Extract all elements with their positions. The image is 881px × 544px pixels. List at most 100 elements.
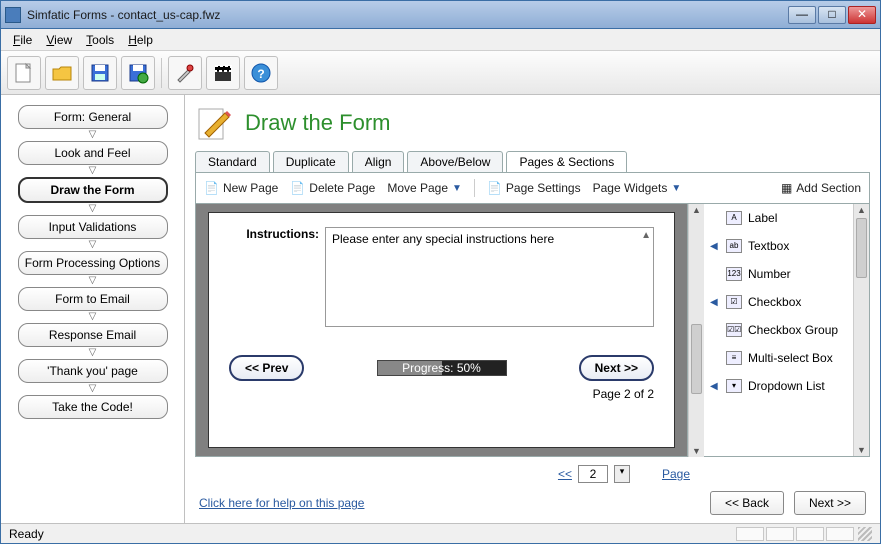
- new-page-button[interactable]: 📄New Page: [204, 181, 278, 195]
- settings-button[interactable]: [168, 56, 202, 90]
- new-file-button[interactable]: [7, 56, 41, 90]
- resize-grip[interactable]: [858, 527, 872, 541]
- step-look-and-feel[interactable]: Look and Feel: [18, 141, 168, 165]
- progress-text: Progress: 50%: [378, 361, 506, 375]
- dropdown-icon: ▼: [671, 183, 681, 194]
- palette-label: Number: [748, 267, 791, 281]
- scroll-thumb[interactable]: [691, 324, 702, 394]
- step-draw-the-form[interactable]: Draw the Form: [18, 177, 168, 203]
- wizard-sidebar: Form: General ▽ Look and Feel ▽ Draw the…: [1, 95, 185, 523]
- page-title: Draw the Form: [245, 110, 390, 136]
- palette-item-label[interactable]: A Label: [708, 210, 849, 226]
- toolbar-separator: [161, 58, 162, 88]
- expand-icon[interactable]: ◀: [710, 297, 720, 308]
- page-info-label: Page 2 of 2: [229, 387, 654, 401]
- page-settings-button[interactable]: 📄Page Settings: [487, 181, 581, 195]
- palette-item-multiselect[interactable]: ≡Multi-select Box: [708, 350, 849, 366]
- page-number-input[interactable]: 2: [578, 465, 608, 483]
- step-form-processing-options[interactable]: Form Processing Options: [18, 251, 168, 275]
- tab-standard[interactable]: Standard: [195, 151, 270, 172]
- app-window: Simfatic Forms - contact_us-cap.fwz — □ …: [0, 0, 881, 544]
- expand-icon[interactable]: ◀: [710, 241, 720, 252]
- tab-above-below[interactable]: Above/Below: [407, 151, 503, 172]
- design-area[interactable]: Instructions: Please enter any special i…: [195, 204, 688, 457]
- scroll-up-icon[interactable]: ▲: [689, 205, 704, 215]
- step-form-general[interactable]: Form: General: [18, 105, 168, 129]
- menu-view[interactable]: View: [40, 31, 78, 49]
- menu-file[interactable]: File: [7, 31, 38, 49]
- scroll-up-icon[interactable]: ▲: [854, 205, 869, 215]
- palette-list: A Label ◀abTextbox 123Number ◀☑Checkbox ☑…: [704, 204, 853, 456]
- tab-row: Standard Duplicate Align Above/Below Pag…: [185, 151, 880, 172]
- step-arrow: ▽: [89, 385, 97, 393]
- step-input-validations[interactable]: Input Validations: [18, 215, 168, 239]
- canvas-wrap: Instructions: Please enter any special i…: [195, 204, 870, 457]
- menu-bar: File View Tools Help: [1, 29, 880, 51]
- move-page-button[interactable]: Move Page ▼: [387, 181, 462, 195]
- add-section-button[interactable]: ▦Add Section: [781, 181, 861, 195]
- help-button[interactable]: ?: [244, 56, 278, 90]
- step-form-to-email[interactable]: Form to Email: [18, 287, 168, 311]
- save-as-button[interactable]: [121, 56, 155, 90]
- pager-row: << 2 ▾ Page: [185, 461, 880, 485]
- status-cell: [736, 527, 764, 541]
- form-nav-row: << Prev Progress: 50% Next >>: [229, 355, 654, 381]
- page-widgets-label: Page Widgets: [593, 181, 668, 195]
- app-icon: [5, 7, 21, 23]
- status-text: Ready: [9, 527, 44, 541]
- palette-label: Dropdown List: [748, 379, 825, 393]
- page-widgets-button[interactable]: Page Widgets▼: [593, 181, 682, 195]
- page-header: Draw the Form: [185, 95, 880, 145]
- maximize-button[interactable]: □: [818, 6, 846, 24]
- palette-item-checkbox-group[interactable]: ☑☑Checkbox Group: [708, 322, 849, 338]
- scroll-thumb[interactable]: [856, 218, 867, 278]
- tab-duplicate[interactable]: Duplicate: [273, 151, 349, 172]
- menu-tools[interactable]: Tools: [80, 31, 120, 49]
- palette-item-number[interactable]: 123Number: [708, 266, 849, 282]
- svg-text:?: ?: [257, 67, 264, 81]
- form-canvas[interactable]: Instructions: Please enter any special i…: [208, 212, 675, 448]
- scroll-up-icon[interactable]: ▲: [641, 230, 651, 241]
- dropdown-icon: ▼: [452, 183, 462, 194]
- settings-icon: 📄: [487, 181, 502, 195]
- instructions-textarea[interactable]: Please enter any special instructions he…: [325, 227, 654, 327]
- scroll-down-icon[interactable]: ▼: [854, 445, 869, 455]
- palette-scrollbar[interactable]: ▲ ▼: [853, 204, 869, 456]
- palette-label: Label: [748, 211, 777, 225]
- page-spinner[interactable]: ▾: [614, 465, 630, 483]
- close-button[interactable]: ✕: [848, 6, 876, 24]
- multiselect-icon: ≡: [726, 351, 742, 365]
- wizard-back-button[interactable]: << Back: [710, 491, 784, 515]
- palette-item-textbox[interactable]: ◀abTextbox: [708, 238, 849, 254]
- label-icon: A: [726, 211, 742, 225]
- footer-row: Click here for help on this page << Back…: [185, 485, 880, 523]
- pages-toolbar: 📄New Page 📄Delete Page Move Page▼ 📄Page …: [195, 172, 870, 204]
- expand-icon[interactable]: ◀: [710, 381, 720, 392]
- step-thank-you-page[interactable]: 'Thank you' page: [18, 359, 168, 383]
- minimize-button[interactable]: —: [788, 6, 816, 24]
- help-link[interactable]: Click here for help on this page: [199, 496, 364, 510]
- menu-help[interactable]: Help: [122, 31, 159, 49]
- open-file-button[interactable]: [45, 56, 79, 90]
- scroll-down-icon[interactable]: ▼: [689, 446, 704, 456]
- tab-align[interactable]: Align: [352, 151, 405, 172]
- canvas-scrollbar[interactable]: ▲ ▼: [688, 204, 704, 457]
- wizard-next-button[interactable]: Next >>: [794, 491, 866, 515]
- step-response-email[interactable]: Response Email: [18, 323, 168, 347]
- form-next-button[interactable]: Next >>: [579, 355, 654, 381]
- form-prev-button[interactable]: << Prev: [229, 355, 304, 381]
- new-page-label: New Page: [223, 181, 278, 195]
- clapper-button[interactable]: [206, 56, 240, 90]
- save-button[interactable]: [83, 56, 117, 90]
- delete-page-button[interactable]: 📄Delete Page: [290, 181, 375, 195]
- move-page-label: Move Page: [387, 181, 448, 195]
- progress-widget[interactable]: Progress: 50%: [377, 360, 507, 376]
- step-take-the-code[interactable]: Take the Code!: [18, 395, 168, 419]
- tab-pages-sections[interactable]: Pages & Sections: [506, 151, 627, 172]
- status-cell: [766, 527, 794, 541]
- palette-item-dropdown[interactable]: ◀▾Dropdown List: [708, 378, 849, 394]
- page-link[interactable]: Page: [662, 467, 690, 481]
- pager-rewind[interactable]: <<: [558, 467, 572, 481]
- palette-item-checkbox[interactable]: ◀☑Checkbox: [708, 294, 849, 310]
- main-panel: Draw the Form Standard Duplicate Align A…: [185, 95, 880, 523]
